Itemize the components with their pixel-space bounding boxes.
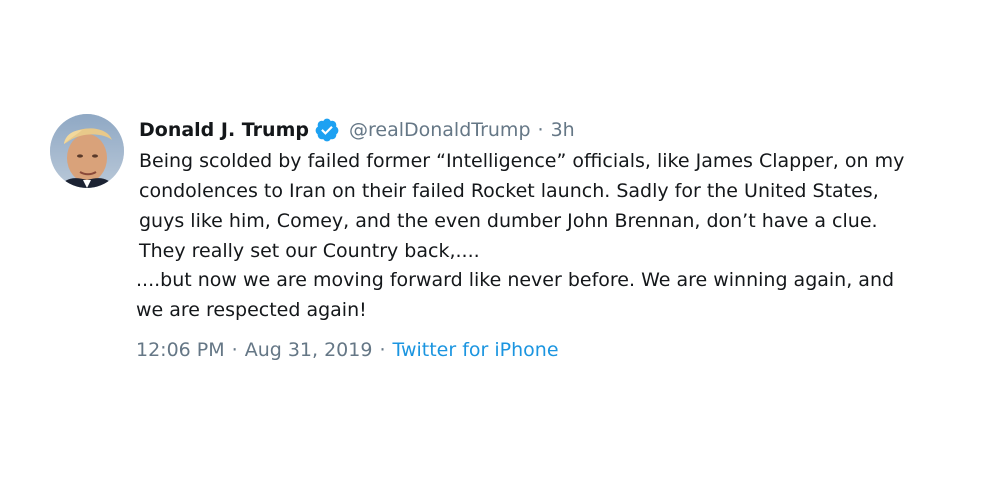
timestamp-time[interactable]: 12:06 PM <box>136 339 225 361</box>
tweet-metadata: 12:06 PM · Aug 31, 2019 · Twitter for iP… <box>136 335 559 365</box>
author-name[interactable]: Donald J. Trump <box>139 119 309 141</box>
source-link[interactable]: Twitter for iPhone <box>393 339 559 361</box>
timestamp-date[interactable]: Aug 31, 2019 <box>245 339 373 361</box>
relative-time[interactable]: 3h <box>551 119 575 141</box>
meta-separator-1: · <box>231 339 238 361</box>
author-handle[interactable]: @realDonaldTrump <box>349 119 531 141</box>
meta-separator-2: · <box>379 339 386 361</box>
verified-badge-icon <box>314 117 340 143</box>
tweet-text-part1: Being scolded by failed former “Intellig… <box>139 150 905 262</box>
tweet-card: Donald J. Trump @realDonaldTrump · 3h Be… <box>0 0 1000 500</box>
avatar[interactable] <box>50 114 124 188</box>
header-separator: · <box>537 119 544 141</box>
avatar-image <box>50 114 124 188</box>
tweet-text-part2: ....but now we are moving forward like n… <box>136 269 895 321</box>
tweet-header: Donald J. Trump @realDonaldTrump · 3h <box>139 116 575 144</box>
